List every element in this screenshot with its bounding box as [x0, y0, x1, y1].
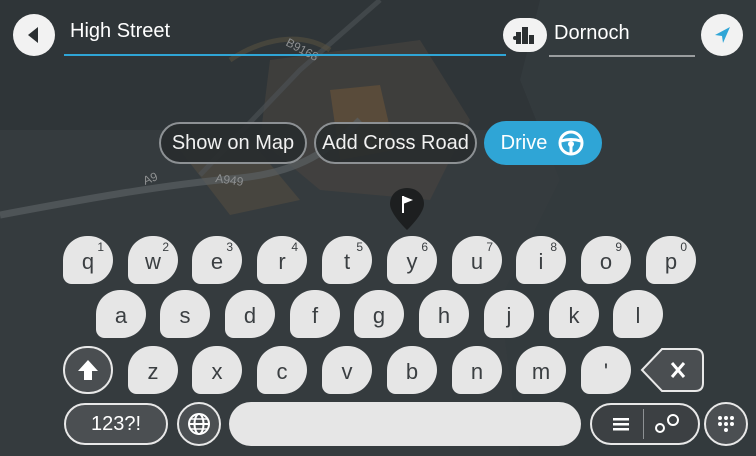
- key-label: e: [210, 249, 224, 274]
- key-alt-label: 4: [291, 240, 298, 254]
- key-label: k: [568, 303, 580, 328]
- street-search-input[interactable]: High Street: [70, 20, 170, 43]
- key-alt-label: 1: [97, 240, 104, 254]
- map-view-icon[interactable]: [652, 412, 682, 436]
- key-label: l: [635, 303, 641, 328]
- key-label: d: [243, 303, 257, 328]
- key-label: p: [664, 249, 678, 274]
- key-label: u: [470, 249, 484, 274]
- key-label: y: [406, 249, 418, 274]
- key-v[interactable]: v: [322, 346, 372, 394]
- key-label: s: [179, 303, 191, 328]
- area-selector-button[interactable]: [503, 18, 547, 52]
- key-n[interactable]: n: [452, 346, 502, 394]
- key-label: ': [603, 359, 609, 384]
- key-w[interactable]: w2: [128, 236, 178, 284]
- shift-arrow-icon: [78, 360, 98, 380]
- symbols-key-label: 123?!: [90, 412, 142, 435]
- key-k[interactable]: k: [549, 290, 599, 338]
- key-f[interactable]: f: [290, 290, 340, 338]
- key-label: v: [341, 359, 353, 384]
- globe-icon: [188, 413, 210, 435]
- key-h[interactable]: h: [419, 290, 469, 338]
- search-input-underline: [64, 54, 506, 56]
- back-arrow-icon: [28, 27, 38, 43]
- key-g[interactable]: g: [354, 290, 404, 338]
- key-x[interactable]: x: [192, 346, 242, 394]
- key-z[interactable]: z: [128, 346, 178, 394]
- language-key[interactable]: [177, 402, 221, 446]
- key-label: i: [538, 249, 544, 274]
- key-u[interactable]: u7: [452, 236, 502, 284]
- area-input-underline: [549, 55, 695, 57]
- list-view-icon[interactable]: [609, 414, 635, 434]
- key-b[interactable]: b: [387, 346, 437, 394]
- show-on-map-button[interactable]: Show on Map: [159, 122, 307, 164]
- add-cross-road-button[interactable]: Add Cross Road: [314, 122, 477, 164]
- symbols-key[interactable]: 123?!: [64, 403, 168, 445]
- back-button[interactable]: [13, 14, 55, 56]
- key-label: t: [343, 249, 351, 274]
- drive-label: Drive: [500, 131, 548, 154]
- key-a[interactable]: a: [96, 290, 146, 338]
- view-toggle-divider: [642, 409, 644, 439]
- key-alt-label: 7: [486, 240, 493, 254]
- key-p[interactable]: p0: [646, 236, 696, 284]
- key-label: z: [147, 359, 159, 384]
- key-label: m: [531, 359, 551, 384]
- key-e[interactable]: e3: [192, 236, 242, 284]
- key-alt-label: 3: [226, 240, 233, 254]
- key-label: c: [276, 359, 288, 384]
- steering-wheel-icon: [558, 130, 584, 156]
- key-l[interactable]: l: [613, 290, 663, 338]
- show-on-map-label: Show on Map: [171, 131, 295, 154]
- key-label: o: [599, 249, 613, 274]
- key-d[interactable]: d: [225, 290, 275, 338]
- add-cross-road-label: Add Cross Road: [322, 131, 469, 154]
- key-alt-label: 6: [421, 240, 428, 254]
- key-i[interactable]: i8: [516, 236, 566, 284]
- space-key[interactable]: [229, 402, 581, 446]
- flag-marker-icon: [390, 188, 424, 230]
- key-label: q: [81, 249, 95, 274]
- key-t[interactable]: t5: [322, 236, 372, 284]
- key-label: f: [311, 303, 319, 328]
- key-r[interactable]: r4: [257, 236, 307, 284]
- navigation-arrow-icon: [715, 27, 730, 43]
- navigate-button[interactable]: [701, 14, 743, 56]
- drive-button[interactable]: Drive: [484, 121, 602, 165]
- navigation-search-screen: B9168 A9 A949 High Street Dornoch Show o…: [0, 0, 756, 456]
- key-label: w: [145, 249, 161, 274]
- key-alt-label: 5: [356, 240, 363, 254]
- key-label: j: [506, 303, 512, 328]
- key-alt-label: 8: [550, 240, 557, 254]
- key-label: n: [470, 359, 484, 384]
- key-label: g: [372, 303, 386, 328]
- keypad-icon: [718, 416, 734, 432]
- key-label: b: [405, 359, 419, 384]
- key-label: r: [278, 249, 286, 274]
- key-q[interactable]: q1: [63, 236, 113, 284]
- key-label: a: [114, 303, 128, 328]
- key-apostrophe[interactable]: ': [581, 346, 631, 394]
- key-alt-label: 2: [162, 240, 169, 254]
- key-alt-label: 9: [615, 240, 622, 254]
- key-c[interactable]: c: [257, 346, 307, 394]
- keypad-key[interactable]: [704, 402, 748, 446]
- shift-key[interactable]: [63, 346, 113, 394]
- key-label: x: [211, 359, 223, 384]
- key-y[interactable]: y6: [387, 236, 437, 284]
- city-icon: [513, 27, 534, 44]
- key-label: h: [437, 303, 451, 328]
- backspace-key[interactable]: [640, 346, 706, 394]
- key-s[interactable]: s: [160, 290, 210, 338]
- key-j[interactable]: j: [484, 290, 534, 338]
- view-toggle[interactable]: [590, 403, 700, 445]
- key-m[interactable]: m: [516, 346, 566, 394]
- key-alt-label: 0: [680, 240, 687, 254]
- area-search-input[interactable]: Dornoch: [554, 22, 630, 45]
- key-o[interactable]: o9: [581, 236, 631, 284]
